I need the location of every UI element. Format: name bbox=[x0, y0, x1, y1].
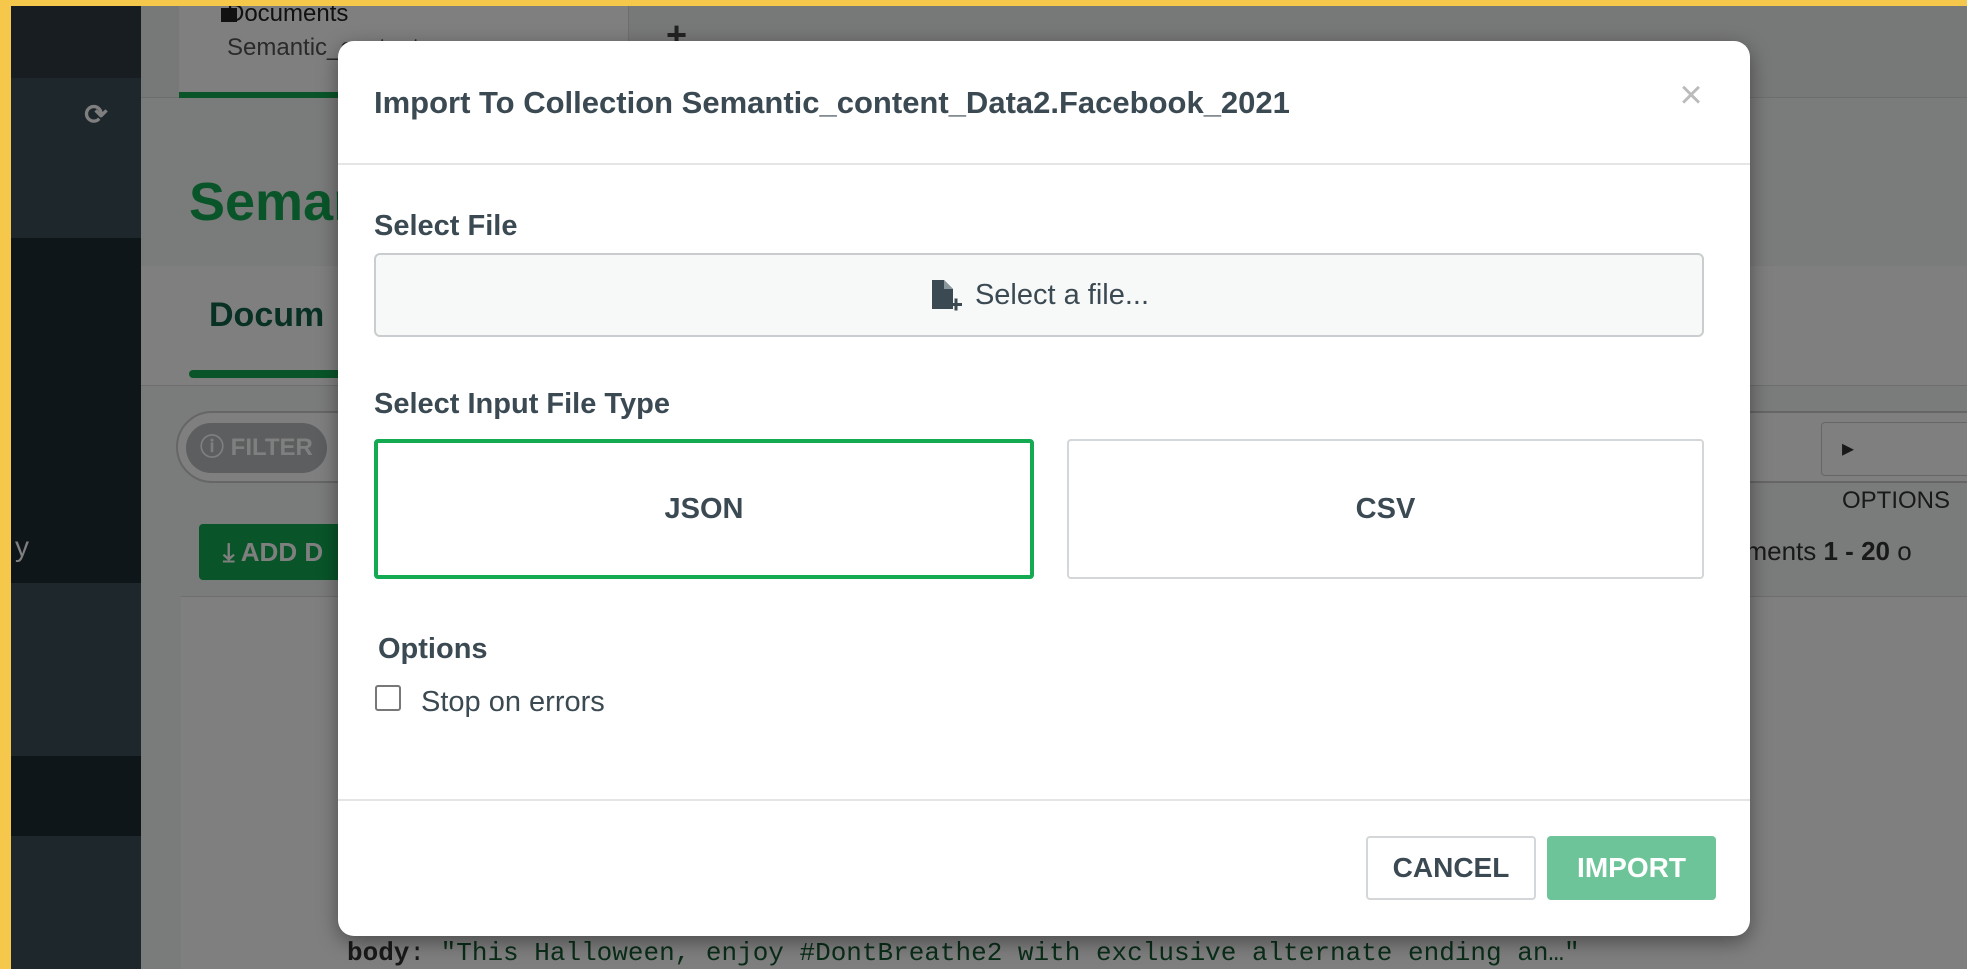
stop-on-errors-label[interactable]: Stop on errors bbox=[421, 686, 605, 719]
options-heading: Options bbox=[378, 633, 488, 665]
file-type-label: Select Input File Type bbox=[374, 388, 670, 420]
import-button[interactable]: IMPORT bbox=[1547, 836, 1716, 900]
app-window: ⟳ y Documents Semantic_content... + Sema… bbox=[11, 6, 1967, 969]
screenshot-frame: ⟳ y Documents Semantic_content... + Sema… bbox=[0, 0, 1967, 969]
stop-on-errors-checkbox[interactable] bbox=[375, 685, 401, 711]
select-file-label: Select File bbox=[374, 210, 518, 242]
dialog-footer bbox=[338, 799, 1750, 936]
cancel-button[interactable]: CANCEL bbox=[1366, 836, 1536, 900]
select-file-button[interactable]: Select a file... bbox=[374, 253, 1704, 337]
select-file-text: Select a file... bbox=[974, 278, 1150, 311]
dialog-title: Import To Collection Semantic_content_Da… bbox=[374, 85, 1290, 120]
file-add-icon bbox=[929, 277, 963, 313]
import-dialog: Import To Collection Semantic_content_Da… bbox=[338, 41, 1750, 936]
file-type-csv-button[interactable]: CSV bbox=[1067, 439, 1704, 579]
dialog-header: Import To Collection Semantic_content_Da… bbox=[338, 41, 1750, 165]
close-icon[interactable]: × bbox=[1671, 75, 1711, 115]
file-type-json-button[interactable]: JSON bbox=[374, 439, 1034, 579]
